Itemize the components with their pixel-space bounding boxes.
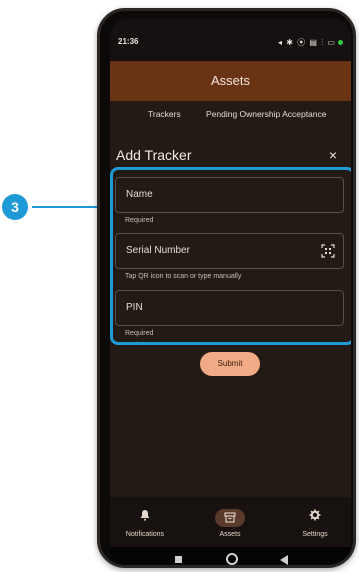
callout-badge: 3 bbox=[2, 194, 28, 220]
pin-helper: Required bbox=[125, 330, 154, 337]
status-icons-text: ◂ ✱ ⦿ ▤ ⫶ ▭ bbox=[278, 38, 336, 47]
gear-icon bbox=[280, 509, 350, 527]
pin-field-label: PIN bbox=[126, 302, 143, 313]
page-title: Assets bbox=[210, 73, 250, 88]
close-icon[interactable]: × bbox=[329, 147, 337, 163]
back-icon[interactable] bbox=[280, 555, 288, 565]
name-helper: Required bbox=[125, 217, 154, 224]
serial-number-helper: Tap QR icon to scan or type manually bbox=[125, 273, 242, 280]
tab-pending-ownership[interactable]: Pending Ownership Acceptance bbox=[206, 109, 327, 119]
bell-icon bbox=[110, 509, 180, 527]
status-dot-icon bbox=[338, 40, 343, 46]
app-bar: Assets bbox=[110, 61, 351, 101]
qr-scan-icon[interactable] bbox=[321, 244, 335, 258]
screen: 21:36 ◂ ✱ ⦿ ▤ ⫶ ▭ Assets Trackers Pendin… bbox=[110, 19, 351, 565]
nav-settings-label: Settings bbox=[302, 531, 328, 538]
status-icons: ◂ ✱ ⦿ ▤ ⫶ ▭ bbox=[278, 37, 343, 48]
nav-settings[interactable]: Settings bbox=[280, 509, 350, 538]
system-nav-bar bbox=[110, 547, 351, 565]
name-field-label: Name bbox=[126, 189, 153, 200]
status-bar: 21:36 ◂ ✱ ⦿ ▤ ⫶ ▭ bbox=[110, 19, 351, 61]
dialog-title: Add Tracker bbox=[116, 147, 192, 163]
tab-bar: Trackers Pending Ownership Acceptance bbox=[110, 101, 351, 129]
serial-number-field[interactable]: Serial Number bbox=[115, 233, 344, 269]
nav-assets[interactable]: Assets bbox=[195, 509, 265, 538]
pin-field[interactable]: PIN bbox=[115, 290, 344, 326]
phone-frame: 21:36 ◂ ✱ ⦿ ▤ ⫶ ▭ Assets Trackers Pendin… bbox=[97, 8, 356, 568]
serial-number-field-label: Serial Number bbox=[126, 245, 190, 256]
bottom-nav: Notifications Assets Settings bbox=[110, 497, 351, 547]
recents-icon[interactable] bbox=[175, 556, 182, 563]
archive-icon bbox=[215, 509, 245, 527]
submit-button[interactable]: Submit bbox=[200, 352, 260, 376]
name-field[interactable]: Name bbox=[115, 177, 344, 213]
home-icon[interactable] bbox=[226, 553, 238, 565]
status-time: 21:36 bbox=[118, 37, 139, 46]
nav-notifications-label: Notifications bbox=[125, 531, 165, 538]
nav-assets-label: Assets bbox=[219, 531, 241, 538]
nav-notifications[interactable]: Notifications bbox=[110, 509, 180, 538]
tab-trackers[interactable]: Trackers bbox=[148, 109, 181, 119]
